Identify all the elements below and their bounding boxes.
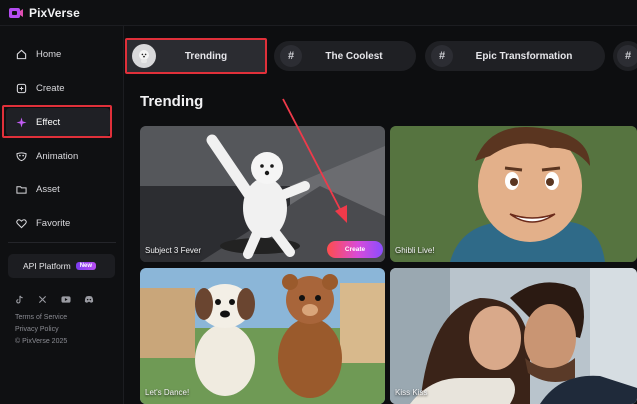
couple-kissing-image bbox=[390, 268, 637, 404]
create-icon bbox=[16, 83, 27, 93]
tab-label: Epic Transformation bbox=[475, 50, 573, 62]
privacy-link[interactable]: Privacy Policy bbox=[15, 326, 59, 333]
card-label: Subject 3 Fever bbox=[145, 246, 202, 255]
tab-epic-transformation[interactable]: # Epic Transformation bbox=[425, 41, 605, 71]
sidebar-item-effect[interactable]: Effect bbox=[6, 108, 110, 136]
tab-label: The Coolest bbox=[325, 50, 383, 62]
folder-icon bbox=[16, 185, 27, 194]
x-icon[interactable] bbox=[38, 291, 47, 304]
section-title: Trending bbox=[140, 93, 204, 110]
social-links bbox=[15, 291, 94, 304]
copyright-text: © PixVerse 2025 bbox=[15, 338, 68, 345]
home-icon bbox=[16, 49, 27, 59]
dancing-cartoon-animals-image bbox=[140, 268, 385, 404]
tab-more[interactable]: # bbox=[613, 41, 637, 71]
sidebar-item-create[interactable]: Create bbox=[6, 74, 110, 102]
tab-the-coolest[interactable]: # The Coolest bbox=[274, 41, 416, 71]
app-logo[interactable]: PixVerse bbox=[8, 4, 80, 22]
dog-thumbnail-icon bbox=[132, 44, 156, 68]
hashtag-icon: # bbox=[280, 45, 302, 67]
effect-card-ghibli-live[interactable]: Ghibli Live! bbox=[390, 126, 637, 262]
sidebar-item-label: Home bbox=[36, 48, 62, 60]
sidebar-item-home[interactable]: Home bbox=[6, 40, 110, 68]
heart-icon bbox=[16, 218, 27, 228]
sidebar-item-label: Effect bbox=[36, 116, 61, 128]
effect-card-lets-dance[interactable]: Let's Dance! bbox=[140, 268, 385, 404]
tab-label: Trending bbox=[184, 50, 228, 62]
top-bar: PixVerse bbox=[0, 0, 637, 26]
sidebar-item-label: Favorite bbox=[36, 217, 71, 229]
annotation-arrow bbox=[282, 98, 347, 223]
sparkle-icon bbox=[16, 116, 27, 128]
create-button[interactable]: Create bbox=[327, 241, 383, 258]
sidebar-divider bbox=[8, 242, 116, 243]
hashtag-icon: # bbox=[431, 45, 453, 67]
youtube-icon[interactable] bbox=[61, 291, 71, 303]
card-label: Let's Dance! bbox=[145, 388, 190, 397]
sidebar-item-label: Animation bbox=[36, 150, 79, 162]
new-badge: New bbox=[75, 262, 97, 270]
sidebar-item-animation[interactable]: Animation bbox=[6, 142, 110, 170]
discord-icon[interactable] bbox=[84, 291, 94, 303]
effect-card-kiss-kiss[interactable]: Kiss Kiss bbox=[390, 268, 637, 404]
card-label: Ghibli Live! bbox=[395, 246, 435, 255]
api-platform-button[interactable]: API Platform New bbox=[8, 254, 115, 278]
app-name: PixVerse bbox=[29, 6, 80, 20]
card-label: Kiss Kiss bbox=[395, 388, 428, 397]
mask-icon bbox=[16, 151, 27, 161]
ghibli-portrait-image bbox=[390, 126, 637, 262]
sidebar-item-label: Create bbox=[36, 82, 65, 94]
sidebar-item-favorite[interactable]: Favorite bbox=[6, 209, 110, 237]
hashtag-icon: # bbox=[617, 45, 637, 67]
sidebar: Home Create Effect Animation Asset Favor… bbox=[0, 26, 124, 404]
sidebar-item-label: Asset bbox=[36, 183, 60, 195]
tab-trending[interactable]: Trending bbox=[126, 39, 266, 73]
pixverse-logo-icon bbox=[8, 6, 24, 20]
sidebar-item-asset[interactable]: Asset bbox=[6, 175, 110, 203]
terms-link[interactable]: Terms of Service bbox=[15, 314, 67, 321]
tiktok-icon[interactable] bbox=[15, 291, 24, 304]
api-platform-label: API Platform bbox=[23, 261, 71, 271]
